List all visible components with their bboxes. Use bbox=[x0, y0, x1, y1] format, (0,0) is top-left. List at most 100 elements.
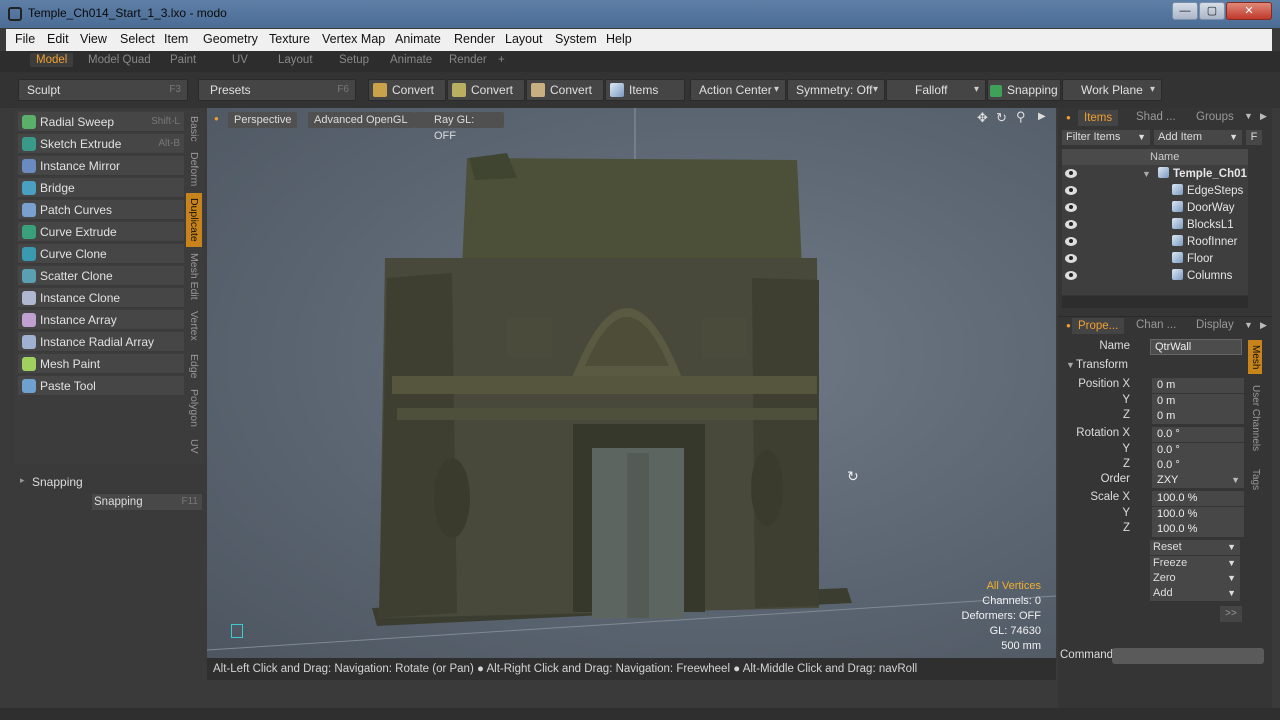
tab-channels[interactable]: Chan ... bbox=[1136, 319, 1176, 331]
item-row[interactable]: DoorWay bbox=[1062, 200, 1248, 217]
command-input[interactable] bbox=[1112, 648, 1264, 664]
item-list-scrollbar[interactable] bbox=[1062, 296, 1248, 308]
vtab-uv[interactable]: UV bbox=[186, 434, 202, 458]
tab-shader[interactable]: Shad ... bbox=[1136, 111, 1176, 123]
item-row[interactable]: RoofInner bbox=[1062, 234, 1248, 251]
tab-layout[interactable]: Layout bbox=[278, 54, 313, 66]
tool-instance-array[interactable]: Instance Array bbox=[18, 310, 184, 330]
chevron-down-icon[interactable]: ▼ bbox=[1244, 111, 1253, 121]
tool-mesh-paint[interactable]: Mesh Paint bbox=[18, 354, 184, 374]
vtab-duplicate[interactable]: Duplicate bbox=[186, 193, 202, 247]
menu-texture[interactable]: Texture bbox=[269, 32, 310, 46]
position-x-field[interactable]: 0 m bbox=[1152, 378, 1244, 393]
side-tab-user-channels[interactable]: User Channels bbox=[1248, 380, 1262, 456]
visibility-eye-icon[interactable] bbox=[1065, 271, 1077, 280]
perspective-button[interactable]: Perspective bbox=[228, 112, 298, 128]
tool-radial-sweep[interactable]: Radial Sweep Shift-L bbox=[18, 112, 184, 132]
convert-button-3[interactable]: Convert bbox=[526, 79, 604, 101]
menu-render[interactable]: Render bbox=[454, 32, 495, 46]
rotate-icon[interactable]: ↻ bbox=[996, 110, 1007, 126]
add-item-dropdown[interactable]: Add Item ▼ bbox=[1154, 130, 1242, 145]
add-dropdown[interactable]: Add ▼ bbox=[1150, 586, 1240, 601]
vtab-vertex[interactable]: Vertex bbox=[186, 305, 202, 347]
vtab-deform[interactable]: Deform bbox=[186, 148, 202, 190]
item-row[interactable]: BlocksL1 bbox=[1062, 217, 1248, 234]
tab-render[interactable]: Render bbox=[449, 54, 487, 66]
sculpt-button[interactable]: Sculpt F3 bbox=[18, 79, 188, 101]
position-z-field[interactable]: 0 m bbox=[1152, 409, 1244, 424]
rotation-x-field[interactable]: 0.0 ° bbox=[1152, 427, 1244, 442]
symmetry-dropdown[interactable]: Symmetry: Off bbox=[787, 79, 885, 101]
snapping-button[interactable]: Snapping bbox=[987, 79, 1061, 101]
tab-properties[interactable]: Prope... bbox=[1072, 318, 1125, 334]
tool-patch-curves[interactable]: Patch Curves bbox=[18, 200, 184, 220]
tool-bridge[interactable]: Bridge bbox=[18, 178, 184, 198]
visibility-eye-icon[interactable] bbox=[1065, 186, 1077, 195]
freeze-dropdown[interactable]: Freeze ▼ bbox=[1150, 556, 1240, 571]
expand-arrow-icon[interactable]: ▼ bbox=[1142, 166, 1151, 183]
menu-help[interactable]: Help bbox=[606, 32, 632, 46]
order-dropdown[interactable]: ZXY ▼ bbox=[1152, 473, 1244, 488]
menu-select[interactable]: Select bbox=[120, 32, 155, 46]
viewport-menu-icon[interactable]: ▶ bbox=[1038, 111, 1046, 122]
item-row[interactable]: EdgeSteps bbox=[1062, 183, 1248, 200]
tab-model-quad[interactable]: Model Quad bbox=[88, 54, 151, 66]
tab-display[interactable]: Display bbox=[1196, 319, 1234, 331]
tool-curve-clone[interactable]: Curve Clone bbox=[18, 244, 184, 264]
tab-setup[interactable]: Setup bbox=[339, 54, 369, 66]
minimize-button[interactable]: — bbox=[1172, 2, 1198, 20]
tab-animate[interactable]: Animate bbox=[390, 54, 432, 66]
menu-geometry[interactable]: Geometry bbox=[203, 32, 258, 46]
scale-y-field[interactable]: 100.0 % bbox=[1152, 507, 1244, 522]
close-button[interactable]: ✕ bbox=[1226, 2, 1272, 20]
side-tab-mesh[interactable]: Mesh bbox=[1248, 340, 1262, 374]
tool-instance-mirror[interactable]: Instance Mirror bbox=[18, 156, 184, 176]
vtab-polygon[interactable]: Polygon bbox=[186, 385, 202, 431]
rotation-z-field[interactable]: 0.0 ° bbox=[1152, 458, 1244, 473]
tool-curve-extrude[interactable]: Curve Extrude bbox=[18, 222, 184, 242]
action-center-dropdown[interactable]: Action Center bbox=[690, 79, 786, 101]
falloff-dropdown[interactable]: Falloff bbox=[886, 79, 986, 101]
side-tab-tags[interactable]: Tags bbox=[1248, 466, 1262, 494]
panel-expand-icon[interactable]: ▶ bbox=[1260, 111, 1267, 122]
tab-paint[interactable]: Paint bbox=[170, 54, 196, 66]
3d-viewport[interactable]: ↻ ✥ ↻ ⚲ ▶ All Vertices Channels: 0 Defor… bbox=[207, 108, 1056, 658]
tool-scatter-clone[interactable]: Scatter Clone bbox=[18, 266, 184, 286]
maximize-button[interactable]: ▢ bbox=[1199, 2, 1225, 20]
item-row[interactable]: Columns bbox=[1062, 268, 1248, 285]
menu-item[interactable]: Item bbox=[164, 32, 188, 46]
snapping-tool-button[interactable]: Snapping F11 bbox=[92, 494, 202, 510]
more-button[interactable]: >> bbox=[1220, 606, 1242, 622]
filter-items-dropdown[interactable]: Filter Items ▼ bbox=[1062, 130, 1150, 145]
rotation-y-field[interactable]: 0.0 ° bbox=[1152, 443, 1244, 458]
tool-sketch-extrude[interactable]: Sketch Extrude Alt-B bbox=[18, 134, 184, 154]
zero-dropdown[interactable]: Zero ▼ bbox=[1150, 571, 1240, 586]
name-field[interactable]: QtrWall bbox=[1150, 339, 1242, 355]
tool-paste-tool[interactable]: Paste Tool bbox=[18, 376, 184, 396]
vtab-basic[interactable]: Basic bbox=[186, 112, 202, 146]
presets-button[interactable]: Presets F6 bbox=[198, 79, 356, 101]
tab-model[interactable]: Model bbox=[30, 53, 74, 67]
convert-button-1[interactable]: Convert bbox=[368, 79, 446, 101]
pan-icon[interactable]: ✥ bbox=[977, 110, 988, 126]
reset-dropdown[interactable]: Reset ▼ bbox=[1150, 540, 1240, 555]
menu-layout[interactable]: Layout bbox=[505, 32, 543, 46]
raygl-button[interactable]: Ray GL: OFF bbox=[414, 112, 504, 142]
menu-file[interactable]: File bbox=[15, 32, 35, 46]
tool-instance-clone[interactable]: Instance Clone bbox=[18, 288, 184, 308]
visibility-eye-icon[interactable] bbox=[1065, 237, 1077, 246]
visibility-eye-icon[interactable] bbox=[1065, 203, 1077, 212]
collapse-arrow-icon[interactable]: ▼ bbox=[1066, 360, 1075, 370]
menu-edit[interactable]: Edit bbox=[47, 32, 69, 46]
item-row-root[interactable]: ▼ Temple_Ch01 bbox=[1062, 166, 1248, 183]
renderer-button[interactable]: Advanced OpenGL bbox=[308, 112, 414, 128]
visibility-eye-icon[interactable] bbox=[1065, 254, 1077, 263]
collapse-arrow-icon[interactable]: ▸ bbox=[20, 475, 25, 486]
items-button[interactable]: Items bbox=[605, 79, 685, 101]
tool-instance-radial-array[interactable]: Instance Radial Array bbox=[18, 332, 184, 352]
tab-items[interactable]: Items bbox=[1078, 110, 1119, 126]
vtab-edge[interactable]: Edge bbox=[186, 350, 202, 382]
menu-system[interactable]: System bbox=[555, 32, 597, 46]
add-layout-tab-button[interactable]: + bbox=[498, 54, 505, 66]
scale-x-field[interactable]: 100.0 % bbox=[1152, 491, 1244, 506]
